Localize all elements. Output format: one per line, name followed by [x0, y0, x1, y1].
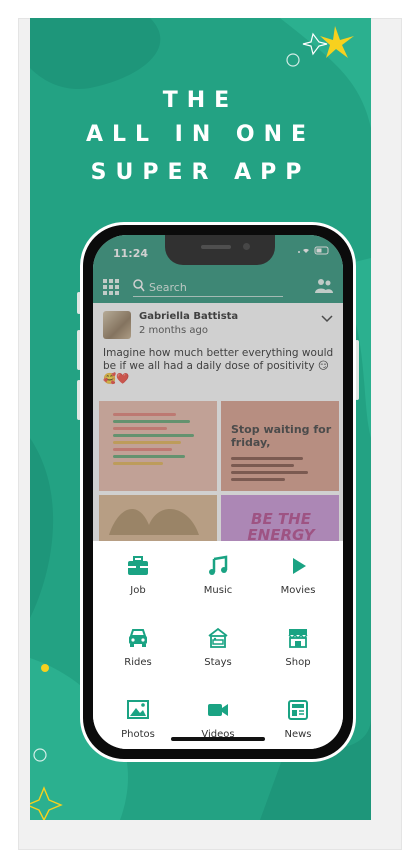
app-screen: 11:24 Search Gabriella Battista 2 months… [93, 235, 343, 749]
video-camera-icon [208, 704, 228, 716]
play-icon [293, 558, 306, 574]
menu-item-music[interactable]: Music [178, 547, 258, 607]
briefcase-icon [128, 556, 148, 575]
menu-item-stays[interactable]: Stays [178, 619, 258, 679]
menu-item-label: Photos [121, 729, 155, 740]
headline-line-3: SUPER APP [90, 160, 311, 185]
menu-item-news[interactable]: News [258, 691, 338, 749]
headline-line-2: ALL IN ONE [85, 122, 316, 147]
bed-icon [208, 627, 228, 648]
menu-item-label: Movies [280, 585, 316, 596]
store-icon [288, 629, 308, 648]
menu-item-shop[interactable]: Shop [258, 619, 338, 679]
menu-item-job[interactable]: Job [98, 547, 178, 607]
home-indicator[interactable] [171, 737, 265, 741]
menu-item-photos[interactable]: Photos [98, 691, 178, 749]
overlay-scrim[interactable] [93, 235, 343, 565]
newspaper-icon [288, 700, 308, 720]
image-icon [127, 700, 149, 719]
headline-line-1: THE [162, 88, 239, 113]
car-icon [129, 629, 147, 647]
menu-item-label: News [284, 729, 312, 740]
music-note-icon [209, 555, 228, 575]
menu-item-label: Stays [204, 657, 232, 668]
menu-item-movies[interactable]: Movies [258, 547, 338, 607]
menu-item-rides[interactable]: Rides [98, 619, 178, 679]
menu-item-label: Job [130, 585, 146, 596]
menu-item-label: Shop [285, 657, 311, 668]
services-menu: Job Music Movies Rides Stays Shop Photos… [93, 541, 343, 749]
menu-item-label: Rides [124, 657, 152, 668]
phone-mockup: 11:24 Search Gabriella Battista 2 months… [80, 222, 356, 762]
menu-item-label: Music [203, 585, 233, 596]
